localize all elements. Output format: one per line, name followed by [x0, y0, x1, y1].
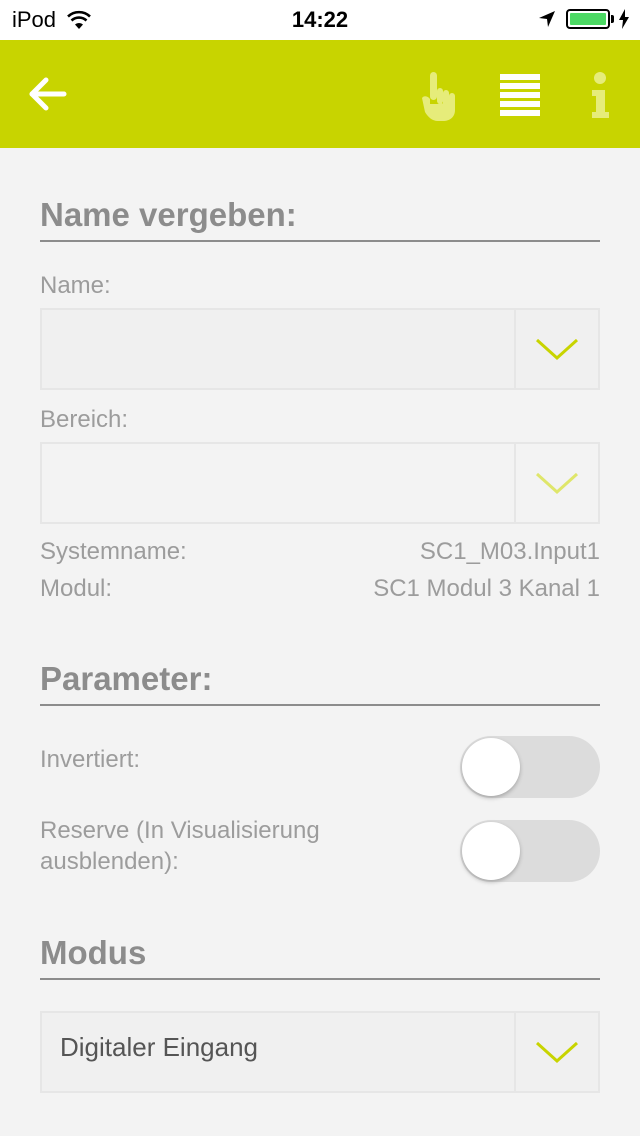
inverted-toggle[interactable] — [460, 736, 600, 798]
status-bar: iPod 14:22 — [0, 0, 640, 40]
reserve-toggle[interactable] — [460, 820, 600, 882]
list-icon — [500, 74, 540, 116]
systemname-value: SC1_M03.Input1 — [419, 538, 600, 565]
name-section-title: Name vergeben: — [40, 196, 600, 242]
reserve-label-line2: ausblenden): — [40, 848, 179, 875]
parameter-section-title: Parameter: — [40, 660, 600, 706]
manual-mode-button[interactable] — [416, 68, 464, 122]
area-dropdown-button[interactable] — [514, 444, 598, 522]
chevron-down-icon — [535, 472, 579, 495]
chevron-down-icon — [535, 1041, 579, 1064]
app-bar — [0, 40, 640, 148]
reserve-label: Reserve (In Visualisierung ausblenden): — [40, 815, 320, 877]
list-view-button[interactable] — [496, 72, 544, 116]
toggle-knob — [462, 822, 520, 880]
status-right — [538, 9, 630, 29]
name-dropdown-button[interactable] — [514, 310, 598, 388]
module-label: Modul: — [40, 575, 113, 602]
chevron-down-icon — [535, 338, 579, 361]
name-select[interactable] — [40, 308, 600, 390]
area-label: Bereich: — [40, 406, 129, 433]
info-icon — [592, 72, 609, 118]
mode-select[interactable]: Digitaler Eingang — [40, 1011, 600, 1093]
systemname-label: Systemname: — [40, 538, 187, 565]
battery-tip — [611, 15, 614, 23]
back-button[interactable] — [24, 70, 72, 118]
mode-select-value: Digitaler Eingang — [60, 1032, 259, 1062]
module-value: SC1 Modul 3 Kanal 1 — [373, 575, 600, 602]
name-label: Name: — [40, 272, 111, 299]
toggle-knob — [462, 738, 520, 796]
charging-bolt-icon — [619, 9, 629, 29]
inverted-label: Invertiert: — [40, 746, 141, 773]
mode-dropdown-button[interactable] — [514, 1013, 598, 1091]
battery-icon — [566, 9, 610, 29]
mode-section-title: Modus — [40, 934, 600, 980]
reserve-label-line1: Reserve (In Visualisierung — [40, 817, 320, 844]
info-button[interactable] — [584, 68, 616, 122]
location-arrow-icon — [539, 11, 555, 27]
area-select[interactable] — [40, 442, 600, 524]
hand-pointer-icon — [422, 72, 455, 121]
back-arrow-icon — [29, 77, 67, 111]
